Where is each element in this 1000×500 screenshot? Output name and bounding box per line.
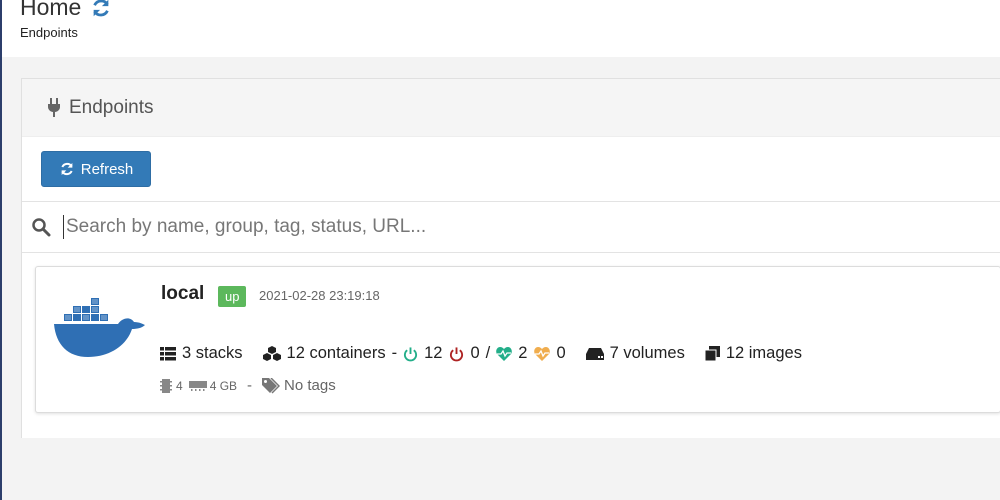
- images-count: 12 images: [725, 344, 802, 362]
- widget-header: Endpoints: [22, 79, 1000, 137]
- stacks-count: 3 stacks: [182, 344, 243, 362]
- status-badge: up: [218, 286, 247, 307]
- tags-icon: [262, 377, 281, 394]
- widget-title: Endpoints: [69, 96, 154, 118]
- refresh-button[interactable]: Refresh: [41, 151, 151, 187]
- power-off-icon: [450, 346, 464, 361]
- refresh-icon[interactable]: [90, 0, 112, 19]
- tags-label: No tags: [284, 377, 336, 394]
- left-border: [0, 0, 2, 500]
- unhealthy-count: 0: [556, 344, 566, 362]
- plug-icon: [48, 97, 60, 117]
- heartbeat-unhealthy-icon: [534, 347, 551, 361]
- healthy-count: 2: [518, 344, 528, 362]
- endpoint-card[interactable]: local up 2021-02-28 23:19:18 3 stacks 12…: [35, 266, 1000, 413]
- containers-slash: /: [485, 344, 491, 362]
- stopped-count: 0: [470, 344, 480, 362]
- meta-dash: -: [247, 377, 253, 394]
- containers-dash: -: [391, 344, 398, 362]
- refresh-icon: [61, 162, 73, 176]
- power-on-icon: [404, 346, 418, 361]
- hdd-icon: [585, 347, 604, 360]
- search-bar: [22, 201, 1000, 253]
- page-header: Home Endpoints: [2, 0, 1000, 57]
- containers-count: 12 containers: [286, 344, 386, 362]
- refresh-button-label: Refresh: [80, 160, 134, 178]
- page-title: Home: [20, 0, 112, 21]
- endpoints-widget: Endpoints Refresh Search by name, group,…: [21, 78, 1000, 438]
- cpu-count: 4: [176, 378, 183, 393]
- endpoint-meta: 4 4 GB - No tags: [160, 377, 336, 394]
- memory-size: 4 GB: [209, 378, 238, 393]
- running-count: 12: [424, 344, 443, 362]
- memory-icon: [188, 380, 207, 391]
- heartbeat-healthy-icon: [496, 347, 513, 361]
- cubes-icon: [262, 345, 281, 361]
- clone-icon: [704, 346, 720, 361]
- endpoint-stats: 3 stacks 12 containers - 12 0 / 2 0 7 vo…: [160, 344, 802, 363]
- microchip-icon: [160, 378, 172, 393]
- breadcrumb: Endpoints: [20, 25, 78, 40]
- search-input[interactable]: [63, 215, 948, 239]
- docker-logo: [54, 298, 145, 357]
- endpoint-timestamp: 2021-02-28 23:19:18: [259, 288, 380, 303]
- endpoint-name: local: [161, 283, 205, 304]
- search-icon: [32, 218, 51, 237]
- volumes-count: 7 volumes: [609, 344, 685, 362]
- page-title-text: Home: [20, 0, 82, 20]
- stacks-icon: [160, 346, 176, 361]
